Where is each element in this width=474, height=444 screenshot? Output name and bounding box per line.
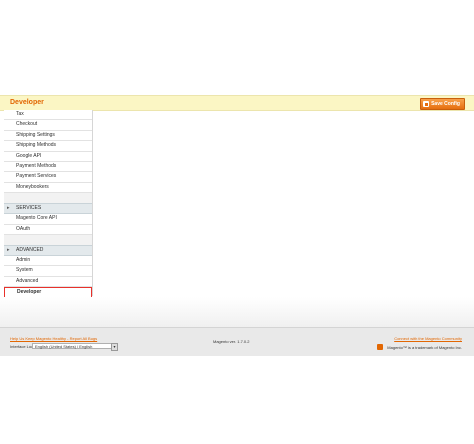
page-title: Developer: [10, 99, 44, 106]
sidebar-item-advanced[interactable]: Advanced: [4, 276, 92, 288]
sidebar-item-oauth[interactable]: OAuth: [4, 224, 92, 235]
sidebar-spacer: [4, 193, 92, 204]
sidebar-item-shipping-methods[interactable]: Shipping Methods: [4, 141, 92, 152]
save-config-button[interactable]: Save Config: [420, 98, 465, 110]
section-label: ADVANCED: [16, 246, 44, 253]
config-sidebar: Tax Checkout Shipping Settings Shipping …: [4, 110, 93, 299]
sidebar-spacer: [4, 234, 92, 245]
sidebar-section-advanced[interactable]: ▸ ADVANCED: [4, 244, 92, 256]
sidebar-item-payment-services[interactable]: Payment Services: [4, 172, 92, 183]
content-bottom-shade: [0, 297, 474, 327]
community-link[interactable]: Connect with the Magento Community: [394, 336, 462, 341]
trademark-text: Magento™ is a trademark of Magento Inc.: [387, 345, 462, 350]
expand-arrow-icon: ▸: [7, 205, 10, 212]
config-header: Developer Save Config: [0, 95, 474, 111]
sidebar-item-system[interactable]: System: [4, 266, 92, 277]
sidebar-section-services[interactable]: ▸ SERVICES: [4, 203, 92, 215]
sidebar-item-payment-methods[interactable]: Payment Methods: [4, 161, 92, 173]
sidebar-item-moneybookers[interactable]: Moneybookers: [4, 182, 92, 194]
expand-arrow-icon: ▸: [7, 246, 10, 253]
save-icon: [423, 101, 430, 107]
sidebar-item-checkout[interactable]: Checkout: [4, 120, 92, 131]
magento-version: Magento ver. 1.7.0.2: [213, 339, 250, 344]
magento-logo-icon: [377, 344, 383, 350]
report-bugs-link[interactable]: Help Us Keep Magento Healthy - Report Al…: [10, 336, 97, 341]
interface-locale-select[interactable]: English (United States) / English ▾: [32, 343, 118, 351]
chevron-down-icon: ▾: [111, 343, 118, 351]
sidebar-item-magento-core-api[interactable]: Magento Core API: [4, 214, 92, 225]
sidebar-item-tax[interactable]: Tax: [4, 110, 92, 121]
sidebar-item-admin[interactable]: Admin: [4, 255, 92, 267]
page-background: [0, 0, 474, 92]
sidebar-item-shipping-settings[interactable]: Shipping Settings: [4, 130, 92, 142]
page-footer: Help Us Keep Magento Healthy - Report Al…: [0, 327, 474, 356]
section-label: SERVICES: [16, 205, 42, 212]
locale-value: English (United States) / English: [35, 344, 93, 349]
save-config-label: Save Config: [431, 101, 460, 107]
sidebar-item-google-api[interactable]: Google API: [4, 151, 92, 162]
